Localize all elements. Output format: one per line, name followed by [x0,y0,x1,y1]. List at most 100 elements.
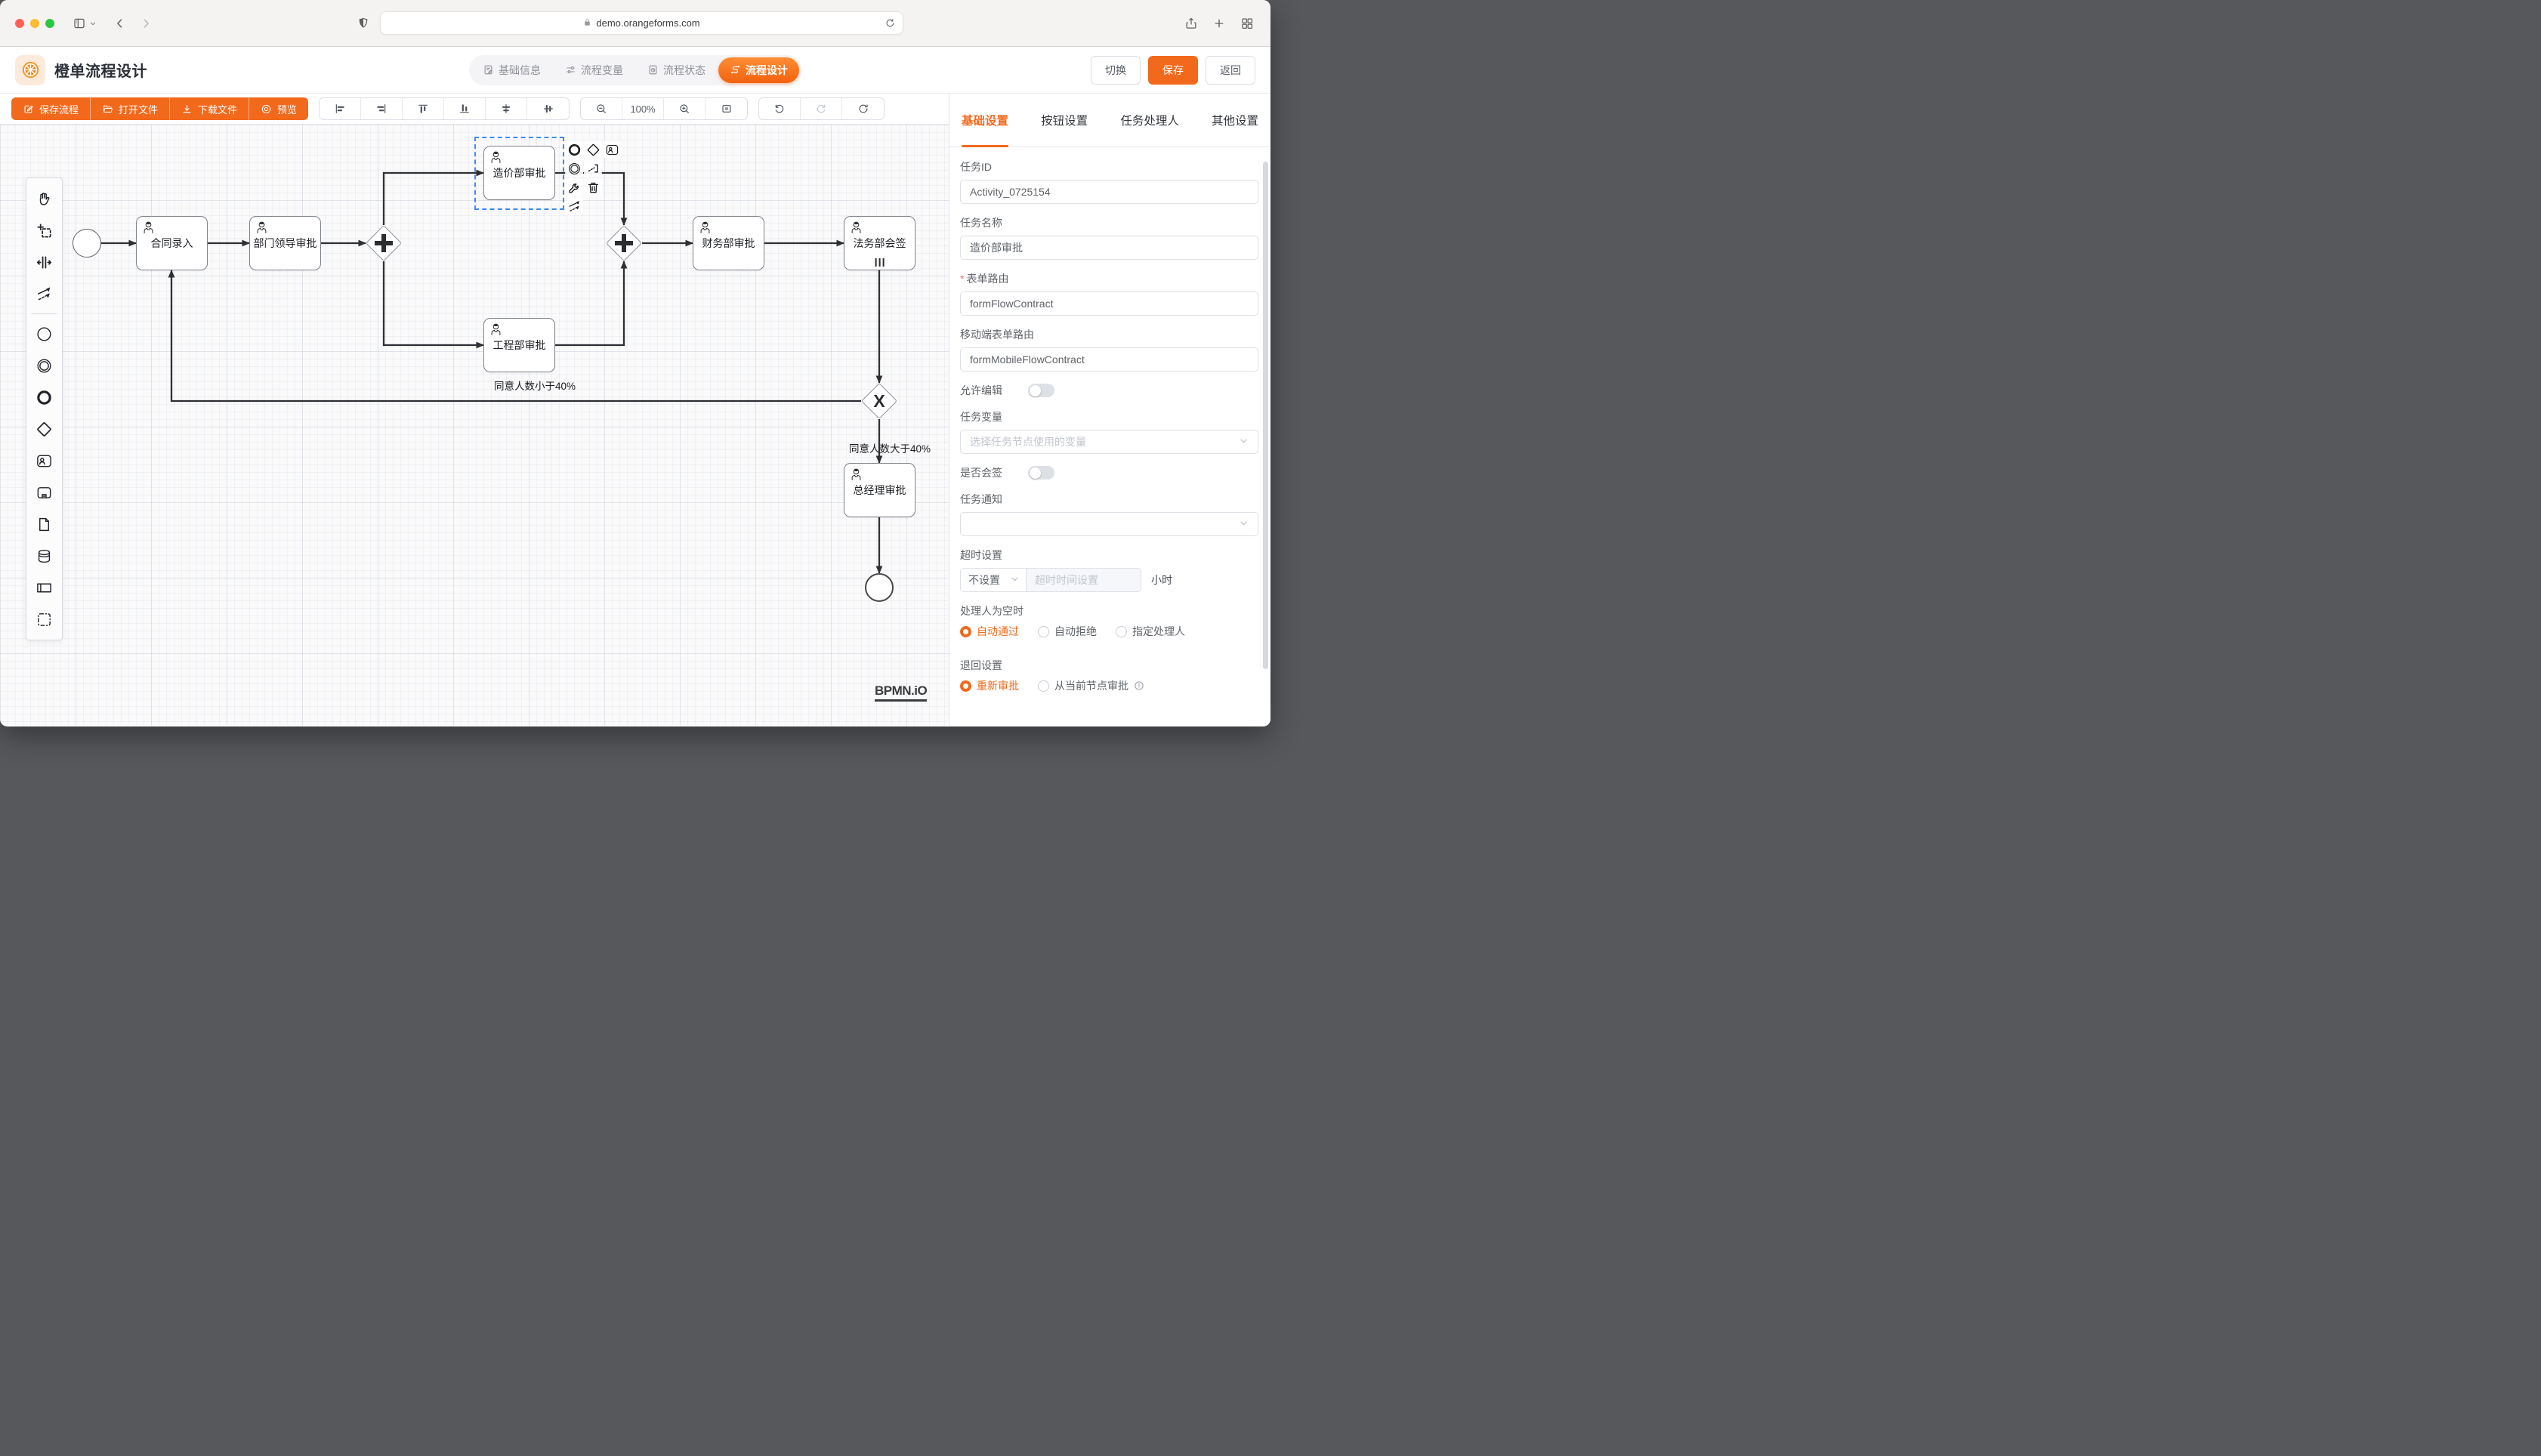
close-window-button[interactable] [15,19,24,28]
nav-tab-3[interactable]: 流程状态 [636,57,717,83]
share-button[interactable] [1184,17,1198,30]
form-route-label: *表单路由 [960,271,1258,285]
create-group[interactable] [29,604,60,634]
task-variable-select[interactable]: 选择任务节点使用的变量 [960,430,1258,454]
end-event[interactable] [865,573,894,602]
create-subprocess[interactable] [29,477,60,507]
panel-scrollbar[interactable] [1263,162,1268,669]
delete-element-action[interactable] [585,180,601,195]
zoom-out-button[interactable] [581,98,622,119]
create-end-event[interactable] [29,382,60,412]
task-dept-leader-approval[interactable]: 部门领导审批 [249,216,321,270]
radio-option-1[interactable]: 自动通过 [960,624,1019,639]
create-start-event[interactable] [29,319,60,349]
mobile-form-route-input[interactable]: formMobileFlowContract [960,347,1258,372]
align-center-horizontal-button[interactable] [486,98,527,119]
save-flow-button[interactable]: 保存流程 [11,97,91,120]
back-button[interactable] [113,17,127,30]
task-id-input[interactable]: Activity_0725154 [960,180,1258,204]
create-data-object[interactable] [29,509,60,539]
zoom-in-button[interactable] [664,98,705,119]
tab-overview-button[interactable] [1240,17,1254,30]
multi-instance-marker-icon [875,258,885,267]
save-button[interactable]: 保存 [1148,56,1198,85]
task-engineering-dept-approval[interactable]: 工程部审批 [483,318,555,372]
align-bottom-button[interactable] [444,98,486,119]
zoom-window-button[interactable] [45,19,54,28]
new-tab-button[interactable] [1212,17,1226,30]
create-gateway[interactable] [29,414,60,444]
align-left-button[interactable] [320,98,361,119]
undo-button[interactable] [759,98,801,119]
align-top-button[interactable] [403,98,444,119]
bpmn-canvas[interactable]: BPMN.iO 合同录入部门领导审批造价部审批工程部审批财务部审批法务部会签X总… [0,125,949,726]
back-to-list-button[interactable]: 返回 [1206,56,1255,85]
task-name-input[interactable]: 造价部审批 [960,236,1258,260]
flow-condition-label-2[interactable]: 同意人数大于40% [849,440,931,455]
sidebar-chevron-down-icon[interactable] [89,20,97,27]
gateway-parallel-join[interactable] [606,225,642,261]
allow-edit-toggle[interactable] [1028,384,1054,397]
create-participant[interactable] [29,572,60,603]
append-gateway-action[interactable] [585,142,601,157]
info-icon[interactable] [1134,680,1144,691]
append-text-annotation-action[interactable] [585,161,601,176]
panel-tab-4[interactable]: 其他设置 [1212,94,1258,147]
radio-option-3[interactable]: 指定处理人 [1116,624,1185,639]
forward-button[interactable] [139,17,153,30]
global-connect-tool[interactable] [29,279,60,309]
panel-tab-2[interactable]: 按钮设置 [1041,94,1088,147]
space-tool[interactable] [29,247,60,277]
create-data-store[interactable] [29,541,60,571]
address-bar[interactable]: demo.orangeforms.com [380,11,903,35]
reload-button[interactable] [885,17,896,29]
nav-tab-2[interactable]: 流程变量 [554,57,634,83]
create-intermediate-event[interactable] [29,350,60,381]
nav-tab-1[interactable]: 基础信息 [471,57,552,83]
radio-option-1[interactable]: 重新审批 [960,678,1019,693]
start-event[interactable] [73,229,101,258]
flow-condition-label-1[interactable]: 同意人数小于40% [494,378,576,393]
reset-zoom-button[interactable] [842,98,884,119]
panel-tab-1[interactable]: 基础设置 [962,94,1008,147]
task-finance-dept-approval[interactable]: 财务部审批 [693,216,764,270]
append-task-action[interactable] [604,142,619,157]
preview-button[interactable]: 预览 [249,97,308,120]
open-file-button[interactable]: 打开文件 [91,97,170,120]
minimize-window-button[interactable] [30,19,39,28]
lasso-tool[interactable] [29,215,60,245]
nav-tab-4[interactable]: 流程设计 [718,57,799,83]
append-intermediate-event-action[interactable] [567,161,582,176]
flow-split-to-cost[interactable] [384,173,483,225]
redo-button[interactable] [801,98,842,119]
append-end-event-action[interactable] [567,142,582,157]
task-legal-dept-countersign[interactable]: 法务部会签 [844,216,915,270]
switch-button[interactable]: 切换 [1091,56,1141,85]
bpmn-io-watermark[interactable]: BPMN.iO [875,683,927,702]
countersign-toggle[interactable] [1028,466,1054,480]
align-right-button[interactable] [361,98,403,119]
task-notify-select[interactable] [960,512,1258,536]
flow-split-to-engineering[interactable] [384,261,483,345]
radio-option-2[interactable]: 从当前节点审批 [1038,678,1144,693]
gateway-parallel-split[interactable] [366,225,402,261]
timeout-mode-select[interactable]: 不设置 [960,568,1027,592]
panel-tab-3[interactable]: 任务处理人 [1120,94,1179,147]
align-center-vertical-button[interactable] [527,98,569,119]
task-contract-entry[interactable]: 合同录入 [136,216,208,270]
gateway-exclusive[interactable]: X [861,383,897,419]
hand-tool[interactable] [29,184,60,214]
download-file-button[interactable]: 下载文件 [170,97,249,120]
create-user-task[interactable] [29,446,60,476]
radio-option-2[interactable]: 自动拒绝 [1038,624,1097,639]
form-route-input[interactable]: formFlowContract [960,292,1258,316]
task-name-label: 任务名称 [960,215,1258,230]
change-element-type-action[interactable] [567,180,582,195]
task-general-manager-approval[interactable]: 总经理审批 [844,463,915,517]
connect-tool-action[interactable] [567,199,582,214]
context-pad [567,142,619,214]
timeout-value-input[interactable]: 超时时间设置 [1027,568,1141,592]
fit-view-button[interactable] [705,98,747,119]
flow-engineering-to-join[interactable] [555,261,624,345]
sidebar-icon[interactable] [73,17,86,30]
